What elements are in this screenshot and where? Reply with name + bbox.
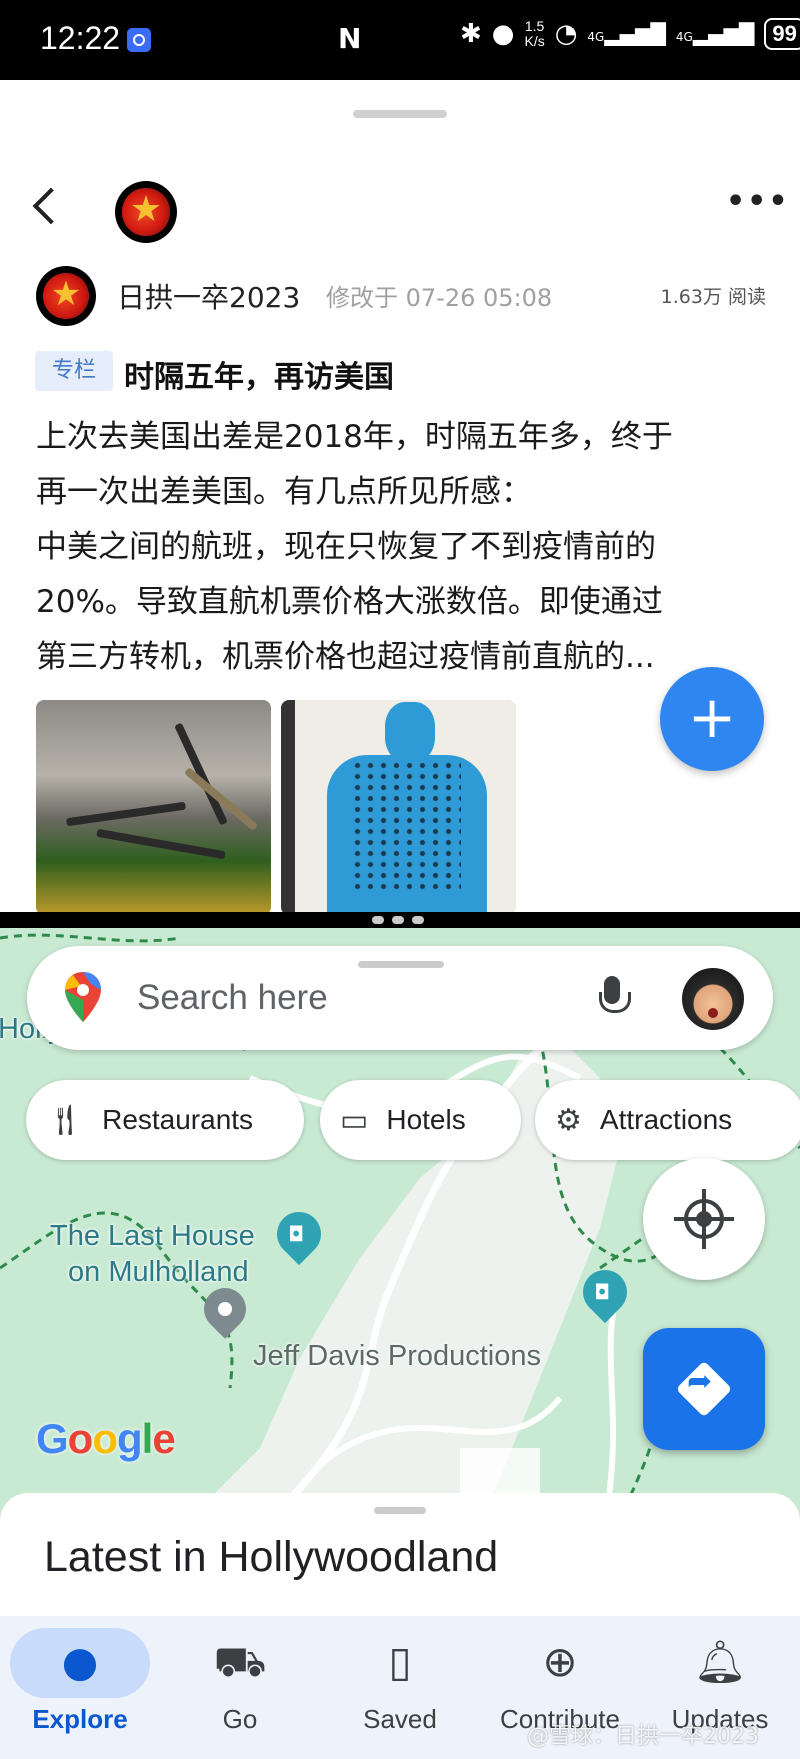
column-tag[interactable]: 专栏 <box>35 351 113 391</box>
post-body-line: 上次去美国出差是2018年，时隔五年多，终于 <box>36 419 673 455</box>
panel-drag-handle[interactable] <box>353 110 447 118</box>
post-body-line: 第三方转机，机票价格也超过疫情前直航的... <box>36 639 655 675</box>
chip-hotels[interactable]: ▭ Hotels <box>320 1080 521 1160</box>
nav-explore[interactable]: ● Explore <box>0 1616 160 1759</box>
clock: 12:22 <box>40 20 121 56</box>
network-speed-unit: K/s <box>524 33 545 49</box>
edit-time: 修改于 07-26 05:08 <box>326 284 553 312</box>
sheet-title: Latest in Hollywoodland <box>44 1533 499 1581</box>
directions-button[interactable]: ➦ <box>643 1328 765 1450</box>
user-avatar[interactable] <box>680 966 746 1032</box>
wifi-icon: ◔ <box>554 19 578 49</box>
chip-label: Attractions <box>599 1104 733 1135</box>
more-options-icon[interactable]: ••• <box>726 184 790 219</box>
search-input[interactable]: Search here <box>137 978 328 1018</box>
google-logo: Google <box>36 1415 176 1462</box>
post-body-line: 中美之间的航班，现在只恢复了不到疫情前的 <box>36 529 656 565</box>
nav-label: Explore <box>32 1704 128 1734</box>
post-image-target[interactable] <box>281 700 516 912</box>
hotel-icon: ▭ <box>340 1103 369 1137</box>
commute-icon: ⛟ <box>213 1637 267 1686</box>
explore-pin-icon: ● <box>61 1637 99 1686</box>
search-drag-handle[interactable] <box>358 961 444 968</box>
nav-label: Saved <box>363 1704 437 1734</box>
post-title: 时隔五年，再访美国 <box>124 360 394 395</box>
restaurant-icon: 🍴︎ <box>46 1103 85 1137</box>
status-bar: 12:22 N ✱ ● 1.5 K/s ◔ 4G▂▄▆█ 4G▂▄▆█ 99 ❦ <box>0 0 800 80</box>
maps-panel: Hollywood Sign The Last House on Mulholl… <box>0 928 800 1759</box>
place-label-jeff-davis[interactable]: Jeff Davis Productions <box>253 1338 541 1374</box>
app-notification-icon <box>127 28 151 52</box>
chip-label: Restaurants <box>102 1104 254 1135</box>
nfc-icon: N <box>338 22 362 55</box>
my-location-button[interactable] <box>643 1158 765 1280</box>
post-panel: ••• 日拱一卒2023 修改于 07-26 05:08 1.63万 阅读 专栏… <box>0 80 800 912</box>
post-image-guns[interactable] <box>36 700 271 912</box>
author-name[interactable]: 日拱一卒2023 <box>117 276 300 316</box>
view-count: 1.63万 阅读 <box>660 286 766 308</box>
google-maps-pin-icon <box>65 972 101 1022</box>
location-icon: ● <box>491 19 515 49</box>
network-speed-value: 1.5 <box>524 18 545 34</box>
bookmark-icon: ▯ <box>388 1637 412 1686</box>
signal-icon-2: 4G▂▄▆█ <box>675 22 755 46</box>
chip-label: Hotels <box>386 1104 466 1135</box>
watermark: @雪球：日拱一卒2023 <box>527 1724 759 1749</box>
attractions-icon: ⚙ <box>555 1103 582 1137</box>
nav-label: Go <box>222 1704 258 1734</box>
author-avatar[interactable] <box>36 266 96 326</box>
header-avatar[interactable] <box>115 181 177 243</box>
split-handle[interactable] <box>372 916 424 924</box>
bluetooth-icon: ✱ <box>460 19 482 49</box>
add-circle-icon: ⊕ <box>542 1637 578 1686</box>
post-body[interactable]: 上次去美国出差是2018年，时隔五年多，终于 再一次出差美国。有几点所见所感： … <box>36 410 766 685</box>
chip-restaurants[interactable]: 🍴︎ Restaurants <box>26 1080 304 1160</box>
bell-icon: 🔔︎ <box>693 1637 747 1686</box>
back-button[interactable] <box>28 188 62 222</box>
post-body-line: 再一次出差美国。有几点所见所感： <box>36 474 532 510</box>
chip-attractions[interactable]: ⚙ Attractions <box>535 1080 800 1160</box>
nav-go[interactable]: ⛟ Go <box>160 1616 320 1759</box>
signal-icon-1: 4G▂▄▆█ <box>587 22 666 46</box>
post-body-line: 20%。导致直航机票价格大涨数倍。即使通过 <box>36 584 663 620</box>
status-icons: ✱ ● 1.5 K/s ◔ 4G▂▄▆█ 4G▂▄▆█ 99 ❦ <box>460 18 800 50</box>
microphone-icon[interactable] <box>592 974 632 1022</box>
search-bar[interactable]: Search here <box>27 946 773 1050</box>
network-speed: 1.5 K/s <box>524 19 544 49</box>
place-label-mulholland[interactable]: on Mulholland <box>68 1254 249 1290</box>
split-screen-divider[interactable] <box>0 912 800 928</box>
nav-saved[interactable]: ▯ Saved <box>320 1616 480 1759</box>
battery-indicator: 99 <box>764 18 800 50</box>
sheet-drag-handle[interactable] <box>374 1507 426 1514</box>
add-fab-button[interactable]: + <box>660 667 764 771</box>
place-label-last-house[interactable]: The Last House <box>50 1218 255 1254</box>
